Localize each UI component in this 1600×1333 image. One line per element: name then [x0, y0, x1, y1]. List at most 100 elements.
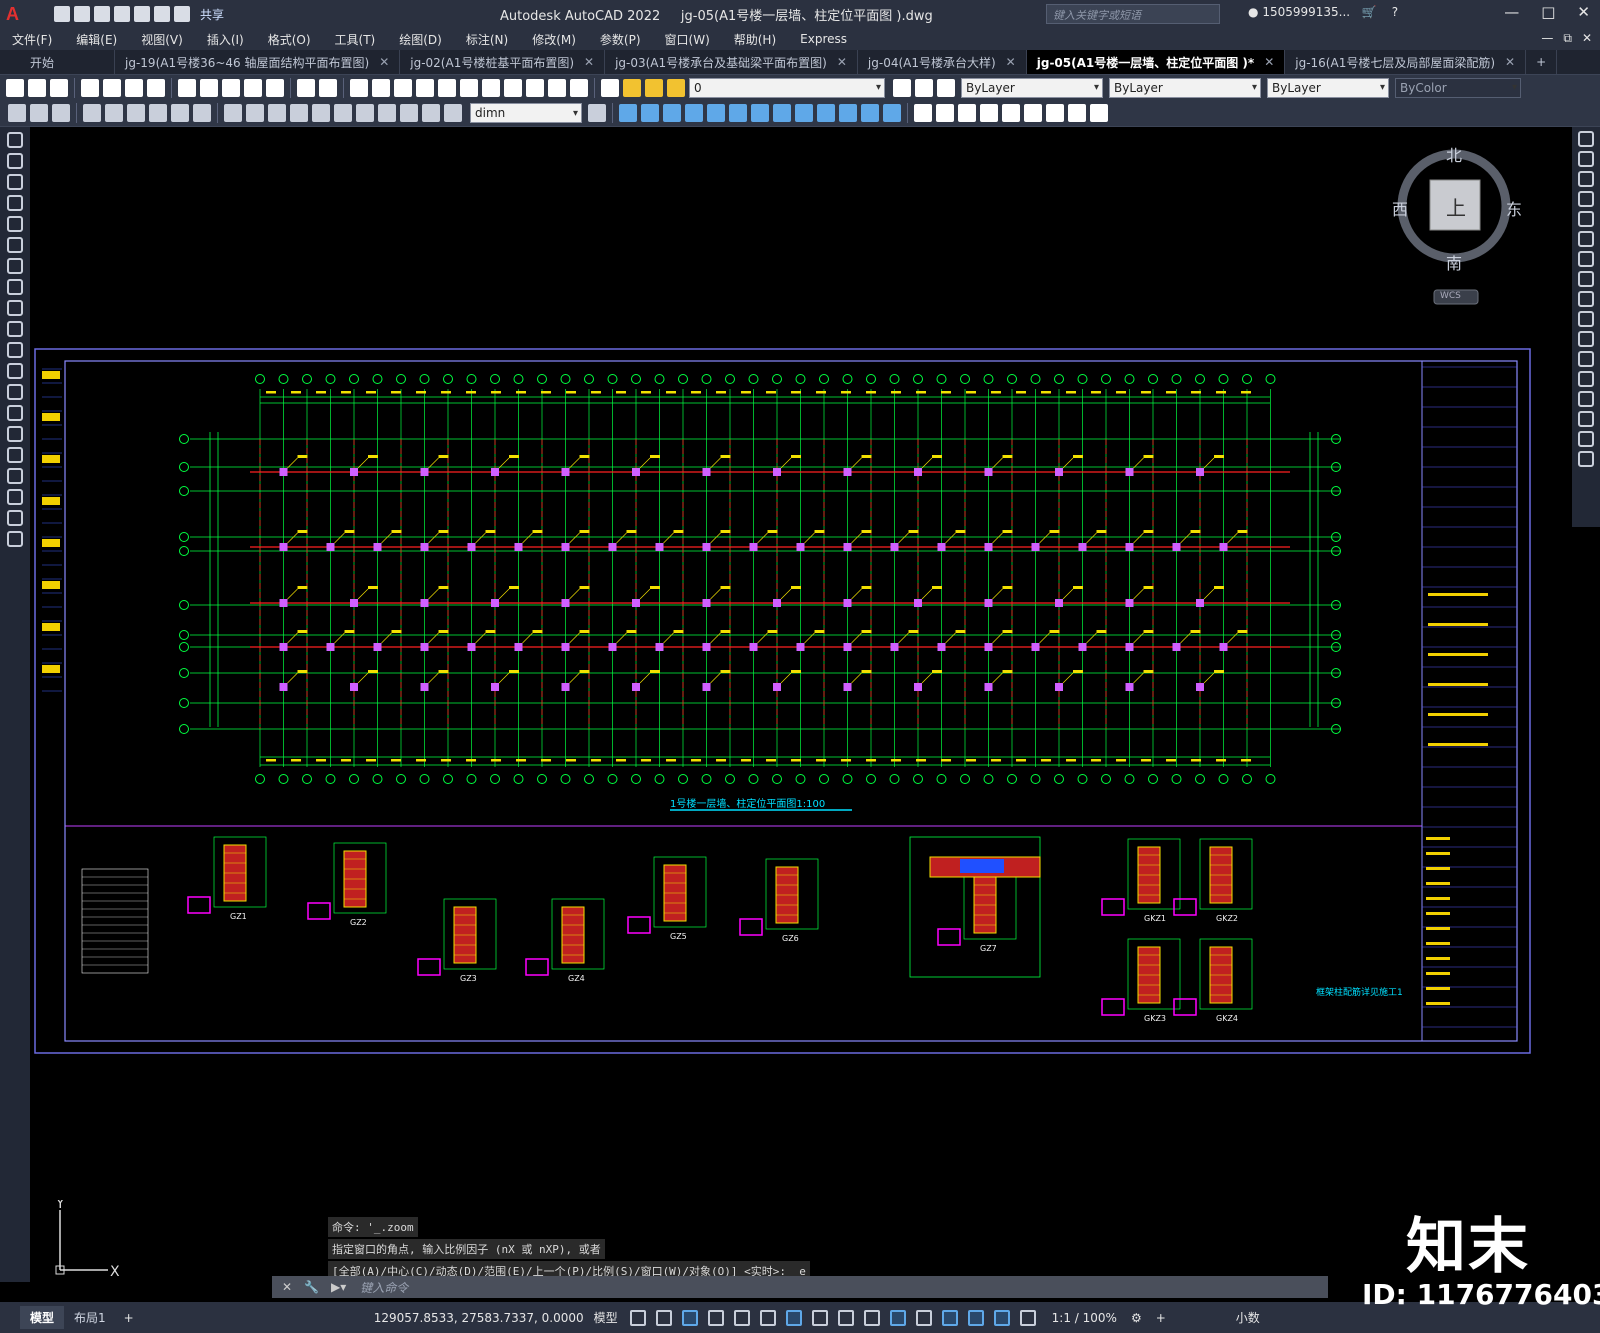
snap-icon[interactable] — [655, 1309, 672, 1326]
linetype-dropdown[interactable]: ByLayer — [1109, 77, 1261, 98]
search-input[interactable]: 键入关键字或短语 — [1046, 4, 1220, 24]
ordinate-icon[interactable] — [105, 104, 123, 122]
erase-icon[interactable] — [1578, 131, 1594, 147]
selection-filter-icon[interactable] — [941, 1309, 958, 1326]
viewcube-top-face[interactable]: 上 — [1446, 192, 1466, 221]
dim-edit-icon[interactable] — [400, 104, 418, 122]
layer-properties-icon[interactable] — [601, 78, 619, 97]
tab-close-icon[interactable]: ✕ — [1264, 55, 1274, 69]
layer-dropdown[interactable]: 0 — [689, 77, 885, 98]
menu-item[interactable]: 视图(V) — [129, 31, 195, 48]
dimstyle-dropdown[interactable]: dimn — [470, 103, 582, 123]
command-recent-icon[interactable]: ▶▾ — [331, 1280, 346, 1294]
draw-order-icon[interactable] — [914, 104, 932, 122]
minimize-icon[interactable]: — — [1504, 3, 1519, 21]
compass-north[interactable]: 北 — [1446, 142, 1462, 166]
add-selected-icon[interactable] — [7, 531, 23, 547]
tool-palettes-icon[interactable] — [482, 78, 500, 97]
zoom-previous-icon[interactable] — [416, 78, 434, 97]
new-icon[interactable] — [54, 6, 70, 22]
isodraft-icon[interactable] — [733, 1309, 750, 1326]
redo-icon[interactable] — [174, 6, 190, 22]
copy-icon[interactable] — [200, 78, 218, 97]
menu-item[interactable]: 帮助(H) — [722, 31, 788, 48]
ortho-icon[interactable] — [681, 1309, 698, 1326]
arc-icon[interactable] — [7, 237, 23, 253]
cart-icon[interactable]: 🛒 — [1354, 5, 1377, 19]
blend-icon[interactable] — [1578, 431, 1594, 447]
drawing-canvas[interactable]: 1号楼一层墙、柱定位平面图1:100 GZ1 GZ2 GZ3 GZ4 GZ5 GZ6 GZ7… — [30, 127, 1572, 1282]
preview-icon[interactable] — [103, 78, 121, 97]
model-space-toggle[interactable]: 模型 — [594, 1309, 618, 1326]
save-as-icon[interactable] — [114, 6, 130, 22]
annotation-visibility-icon[interactable] — [993, 1309, 1010, 1326]
rotate-icon[interactable] — [1578, 251, 1594, 267]
line-icon[interactable] — [7, 132, 23, 148]
dim-space-icon[interactable] — [268, 104, 286, 122]
rotate-icon[interactable] — [685, 104, 703, 122]
selection-cycling-icon[interactable] — [863, 1309, 880, 1326]
doc-restore-icon[interactable]: ⧉ — [1563, 31, 1572, 46]
ellipse-icon[interactable] — [7, 321, 23, 337]
continue-icon[interactable] — [246, 104, 264, 122]
menu-item[interactable]: 绘图(D) — [387, 31, 454, 48]
dim-break-icon[interactable] — [290, 104, 308, 122]
plot-icon[interactable] — [134, 6, 150, 22]
publish-icon[interactable] — [125, 78, 143, 97]
maximize-icon[interactable]: □ — [1541, 3, 1555, 21]
new-tab-icon[interactable]: + — [1526, 50, 1558, 74]
send-back-icon[interactable] — [958, 104, 976, 122]
compass-south[interactable]: 南 — [1446, 250, 1462, 274]
save-icon[interactable] — [50, 78, 68, 97]
coordinates-readout[interactable]: 129057.8533, 27583.7337, 0.0000 — [374, 1311, 584, 1325]
chamfer-icon[interactable] — [1578, 391, 1594, 407]
linear-dimension-icon[interactable] — [30, 104, 48, 122]
match-properties-icon[interactable] — [244, 78, 262, 97]
dim-style-icon[interactable] — [588, 104, 606, 122]
chamfer-icon[interactable] — [839, 104, 857, 122]
tab-model[interactable]: 模型 — [20, 1306, 65, 1329]
close-icon[interactable]: ✕ — [1577, 3, 1590, 21]
zoom-realtime-icon[interactable] — [372, 78, 390, 97]
3d-osnap-icon[interactable] — [889, 1309, 906, 1326]
undo-icon[interactable] — [297, 78, 315, 97]
menu-item[interactable]: 插入(I) — [195, 31, 256, 48]
angular-icon[interactable] — [193, 104, 211, 122]
tab-close-icon[interactable]: ✕ — [1006, 55, 1016, 69]
erase-icon[interactable] — [883, 104, 901, 122]
tolerance-icon[interactable] — [312, 104, 330, 122]
inspection-icon[interactable] — [356, 104, 374, 122]
open-icon[interactable] — [28, 78, 46, 97]
make-block-icon[interactable] — [7, 384, 23, 400]
save-icon[interactable] — [94, 6, 110, 22]
fillet-icon[interactable] — [1578, 411, 1594, 427]
document-tab[interactable]: 开始 — [0, 50, 116, 74]
doc-minimize-icon[interactable]: — — [1541, 31, 1553, 46]
polyline-icon[interactable] — [7, 174, 23, 190]
offset-icon[interactable] — [1578, 191, 1594, 207]
redo-icon[interactable] — [319, 78, 337, 97]
user-account[interactable]: ● 1505999135... 🛒 ? — [1248, 5, 1398, 19]
new-icon[interactable] — [6, 78, 24, 97]
move-icon[interactable] — [1578, 231, 1594, 247]
plotstyle-dropdown[interactable]: ByColor — [1395, 77, 1521, 98]
mtext-icon[interactable] — [7, 510, 23, 526]
add-layout-icon[interactable]: + — [124, 1311, 134, 1325]
pan-icon[interactable] — [350, 78, 368, 97]
menu-item[interactable]: 格式(O) — [256, 31, 323, 48]
tab-close-icon[interactable]: ✕ — [1505, 55, 1515, 69]
print-icon[interactable] — [81, 78, 99, 97]
calculator-icon[interactable] — [548, 78, 566, 97]
copy-object-icon[interactable] — [641, 104, 659, 122]
menu-item[interactable]: 修改(M) — [520, 31, 588, 48]
menu-item[interactable]: Express — [788, 32, 859, 46]
menu-item[interactable]: 工具(T) — [323, 31, 388, 48]
trim-icon[interactable] — [773, 104, 791, 122]
lineweight-dropdown[interactable]: ByLayer — [1267, 77, 1389, 98]
fillet-icon[interactable] — [817, 104, 835, 122]
grid-icon[interactable] — [629, 1309, 646, 1326]
block-editor-icon[interactable] — [266, 78, 284, 97]
command-input[interactable]: 键入命令 — [360, 1279, 408, 1296]
layer-freeze-icon[interactable] — [645, 78, 663, 97]
annotation-scale[interactable]: 1:1 / 100% — [1052, 1311, 1117, 1325]
